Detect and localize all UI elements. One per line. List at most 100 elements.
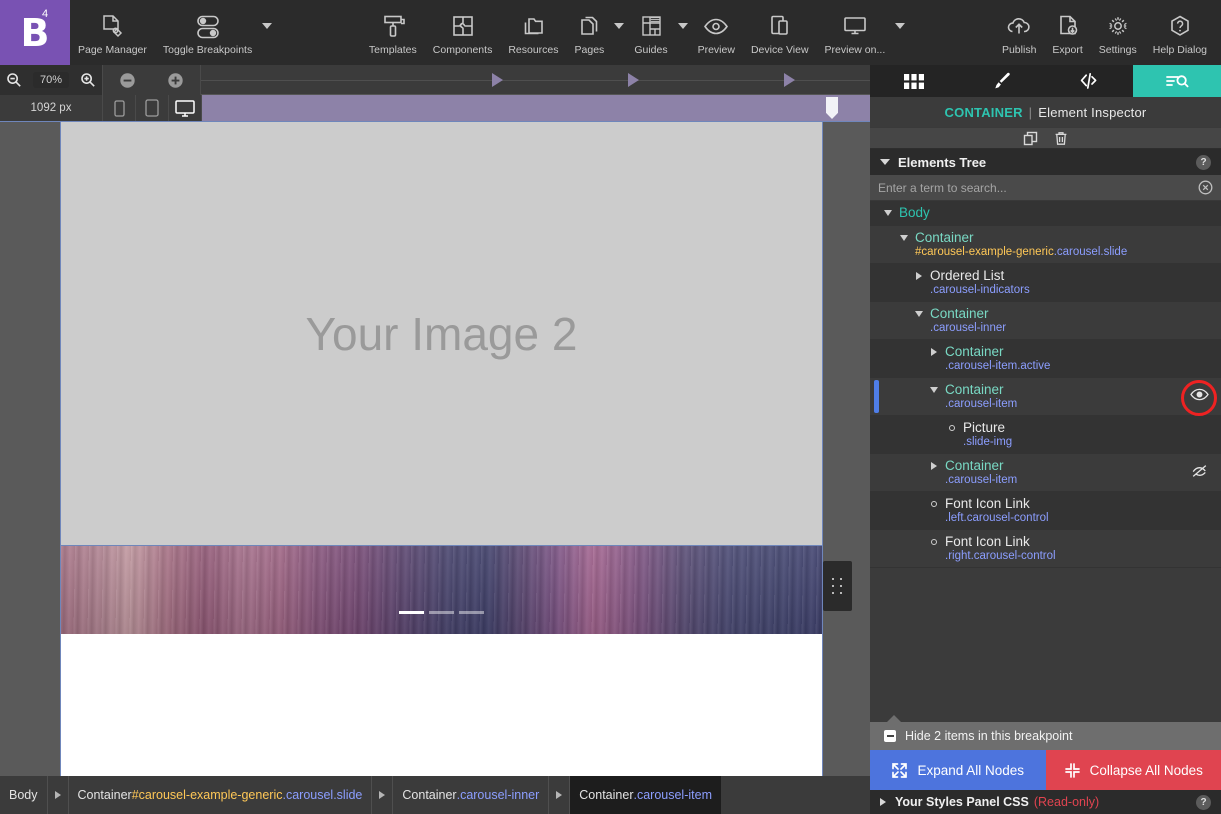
zoom-out-icon[interactable]: [6, 72, 22, 88]
publish-cloud-icon: [1004, 9, 1034, 41]
tree-node-carousel-item-active[interactable]: Container .carousel-item.active: [870, 340, 1221, 378]
styles-footer-help-icon[interactable]: ?: [1196, 794, 1211, 810]
twisty-down-icon[interactable]: [928, 386, 939, 393]
collapse-all-nodes-button[interactable]: Collapse All Nodes: [1045, 750, 1221, 790]
visibility-eye-off-icon[interactable]: [1190, 464, 1209, 478]
twisty-down-icon[interactable]: [913, 310, 924, 317]
minus-circle-icon[interactable]: [119, 72, 136, 89]
hide-items-label: Hide 2 items in this breakpoint: [905, 729, 1073, 743]
breakpoint-marker-3[interactable]: [784, 73, 795, 87]
right-panel-tabs: [870, 65, 1221, 97]
zoom-level-label[interactable]: 70%: [32, 72, 69, 88]
device-phone-button[interactable]: [103, 95, 136, 121]
tab-design[interactable]: [958, 65, 1046, 97]
toolbar-export[interactable]: Export: [1044, 0, 1090, 65]
breakpoint-marker-1[interactable]: [492, 73, 503, 87]
tree-node-font-icon-link-right[interactable]: Font Icon Link .right.carousel-control: [870, 530, 1221, 568]
toggle-breakpoints-chevron-down-icon[interactable]: [260, 0, 274, 65]
carousel-indicator-3[interactable]: [459, 611, 484, 614]
breakpoint-marker-2[interactable]: [628, 73, 639, 87]
device-desktop-button[interactable]: [169, 95, 202, 121]
hide-items-tooltip[interactable]: Hide 2 items in this breakpoint: [870, 715, 1221, 750]
toolbar-device-view-label: Device View: [750, 44, 809, 56]
tree-node-carousel-item-hidden[interactable]: Container .carousel-item: [870, 454, 1221, 492]
twisty-right-icon[interactable]: [913, 271, 924, 280]
expand-icon: [891, 762, 908, 779]
toolbar-components[interactable]: Components: [425, 0, 501, 65]
app-logo[interactable]: B 4: [0, 0, 70, 65]
tab-element-inspector[interactable]: [1133, 65, 1221, 97]
toolbar-publish[interactable]: Publish: [994, 0, 1044, 65]
chevron-right-icon[interactable]: [880, 798, 886, 806]
tree-node-class: .slide-img: [963, 436, 1013, 448]
viewport-width-slider[interactable]: [202, 95, 870, 121]
carousel-component[interactable]: Your Image 2: [61, 122, 822, 634]
panel-title-element: CONTAINER: [944, 104, 1023, 120]
zoom-in-icon[interactable]: [80, 72, 96, 88]
components-icon: [449, 9, 477, 41]
toolbar-page-manager[interactable]: Page Manager: [70, 0, 155, 65]
carousel-slide-photo[interactable]: [61, 546, 822, 634]
breadcrumb-inner-name: Container: [402, 788, 457, 802]
tree-node-carousel-inner[interactable]: Container .carousel-inner: [870, 302, 1221, 340]
toolbar-help-dialog[interactable]: Help Dialog: [1145, 0, 1221, 65]
tree-node-carousel[interactable]: Container #carousel-example-generic.caro…: [870, 226, 1221, 264]
zoom-controls: 70%: [0, 65, 103, 95]
twisty-down-icon[interactable]: [898, 234, 909, 241]
elements-tree-search[interactable]: [870, 175, 1221, 201]
toolbar-device-view[interactable]: Device View: [743, 0, 817, 65]
expand-all-nodes-button[interactable]: Expand All Nodes: [870, 750, 1046, 790]
tree-node-font-icon-link-left[interactable]: Font Icon Link .left.carousel-control: [870, 492, 1221, 530]
breadcrumb-item-carousel-inner[interactable]: Container .carousel-inner: [393, 776, 550, 814]
tree-node-body[interactable]: Body: [870, 201, 1221, 226]
twisty-right-icon[interactable]: [928, 461, 939, 470]
tree-node-ordered-list[interactable]: Ordered List .carousel-indicators: [870, 264, 1221, 302]
toolbar-resources[interactable]: Resources: [500, 0, 566, 65]
duplicate-icon[interactable]: [1023, 131, 1038, 146]
twisty-down-icon[interactable]: [882, 209, 893, 216]
toolbar-preview-on[interactable]: Preview on...: [817, 0, 894, 65]
pages-chevron-down-icon[interactable]: [612, 0, 626, 65]
toolbar-guides[interactable]: Guides: [626, 0, 675, 65]
design-canvas[interactable]: Your Image 2: [0, 122, 870, 776]
toolbar-preview[interactable]: Preview: [690, 0, 743, 65]
elements-tree-help-icon[interactable]: ?: [1196, 154, 1211, 170]
toolbar-settings[interactable]: Settings: [1091, 0, 1145, 65]
toolbar-toggle-breakpoints[interactable]: Toggle Breakpoints: [155, 0, 260, 65]
carousel-indicator-1[interactable]: [399, 611, 424, 614]
tree-node-label: Picture: [963, 420, 1006, 435]
carousel-slide-placeholder[interactable]: Your Image 2: [61, 122, 822, 546]
toolbar-templates[interactable]: Templates: [361, 0, 425, 65]
breadcrumb-item-carousel[interactable]: Container #carousel-example-generic .carou…: [69, 776, 373, 814]
hide-items-checkbox[interactable]: [884, 730, 896, 742]
twisty-right-icon[interactable]: [928, 347, 939, 356]
styles-panel-css-footer[interactable]: Your Styles Panel CSS (Read-only) ?: [870, 790, 1221, 814]
tree-node-carousel-item-selected[interactable]: Container .carousel-item: [870, 378, 1221, 416]
tab-overview[interactable]: [870, 65, 958, 97]
plus-circle-icon[interactable]: [167, 72, 184, 89]
chevron-down-icon[interactable]: [880, 159, 890, 165]
clear-circle-icon[interactable]: [1198, 180, 1213, 195]
page-viewport[interactable]: Your Image 2: [60, 122, 823, 776]
toolbar-pages[interactable]: Pages: [567, 0, 613, 65]
breakpoint-ruler[interactable]: [201, 65, 870, 95]
tree-node-picture[interactable]: Picture .slide-img: [870, 416, 1221, 454]
search-input[interactable]: [878, 180, 1198, 195]
tab-code[interactable]: [1046, 65, 1134, 97]
toolbar-guides-label: Guides: [634, 44, 668, 56]
tree-node-id: #carousel-example-generic: [915, 246, 1054, 258]
breadcrumb-item-body[interactable]: Body: [0, 776, 48, 814]
device-bar: 1092 px: [0, 95, 870, 122]
elements-tree[interactable]: Body Container #carousel-example-generic…: [870, 201, 1221, 722]
elements-tree-header[interactable]: Elements Tree ?: [870, 149, 1221, 175]
carousel-indicators[interactable]: [61, 611, 822, 614]
breadcrumb-item-class: .carousel-item: [633, 788, 712, 802]
device-tablet-button[interactable]: [136, 95, 169, 121]
viewport-slider-handle[interactable]: [826, 97, 838, 119]
preview-on-chevron-down-icon[interactable]: [893, 0, 907, 65]
guides-chevron-down-icon[interactable]: [676, 0, 690, 65]
carousel-indicator-2[interactable]: [429, 611, 454, 614]
breadcrumb-item-carousel-item[interactable]: Container .carousel-item: [570, 776, 721, 814]
delete-trash-icon[interactable]: [1054, 131, 1068, 146]
drag-dots-icon[interactable]: [823, 561, 852, 611]
